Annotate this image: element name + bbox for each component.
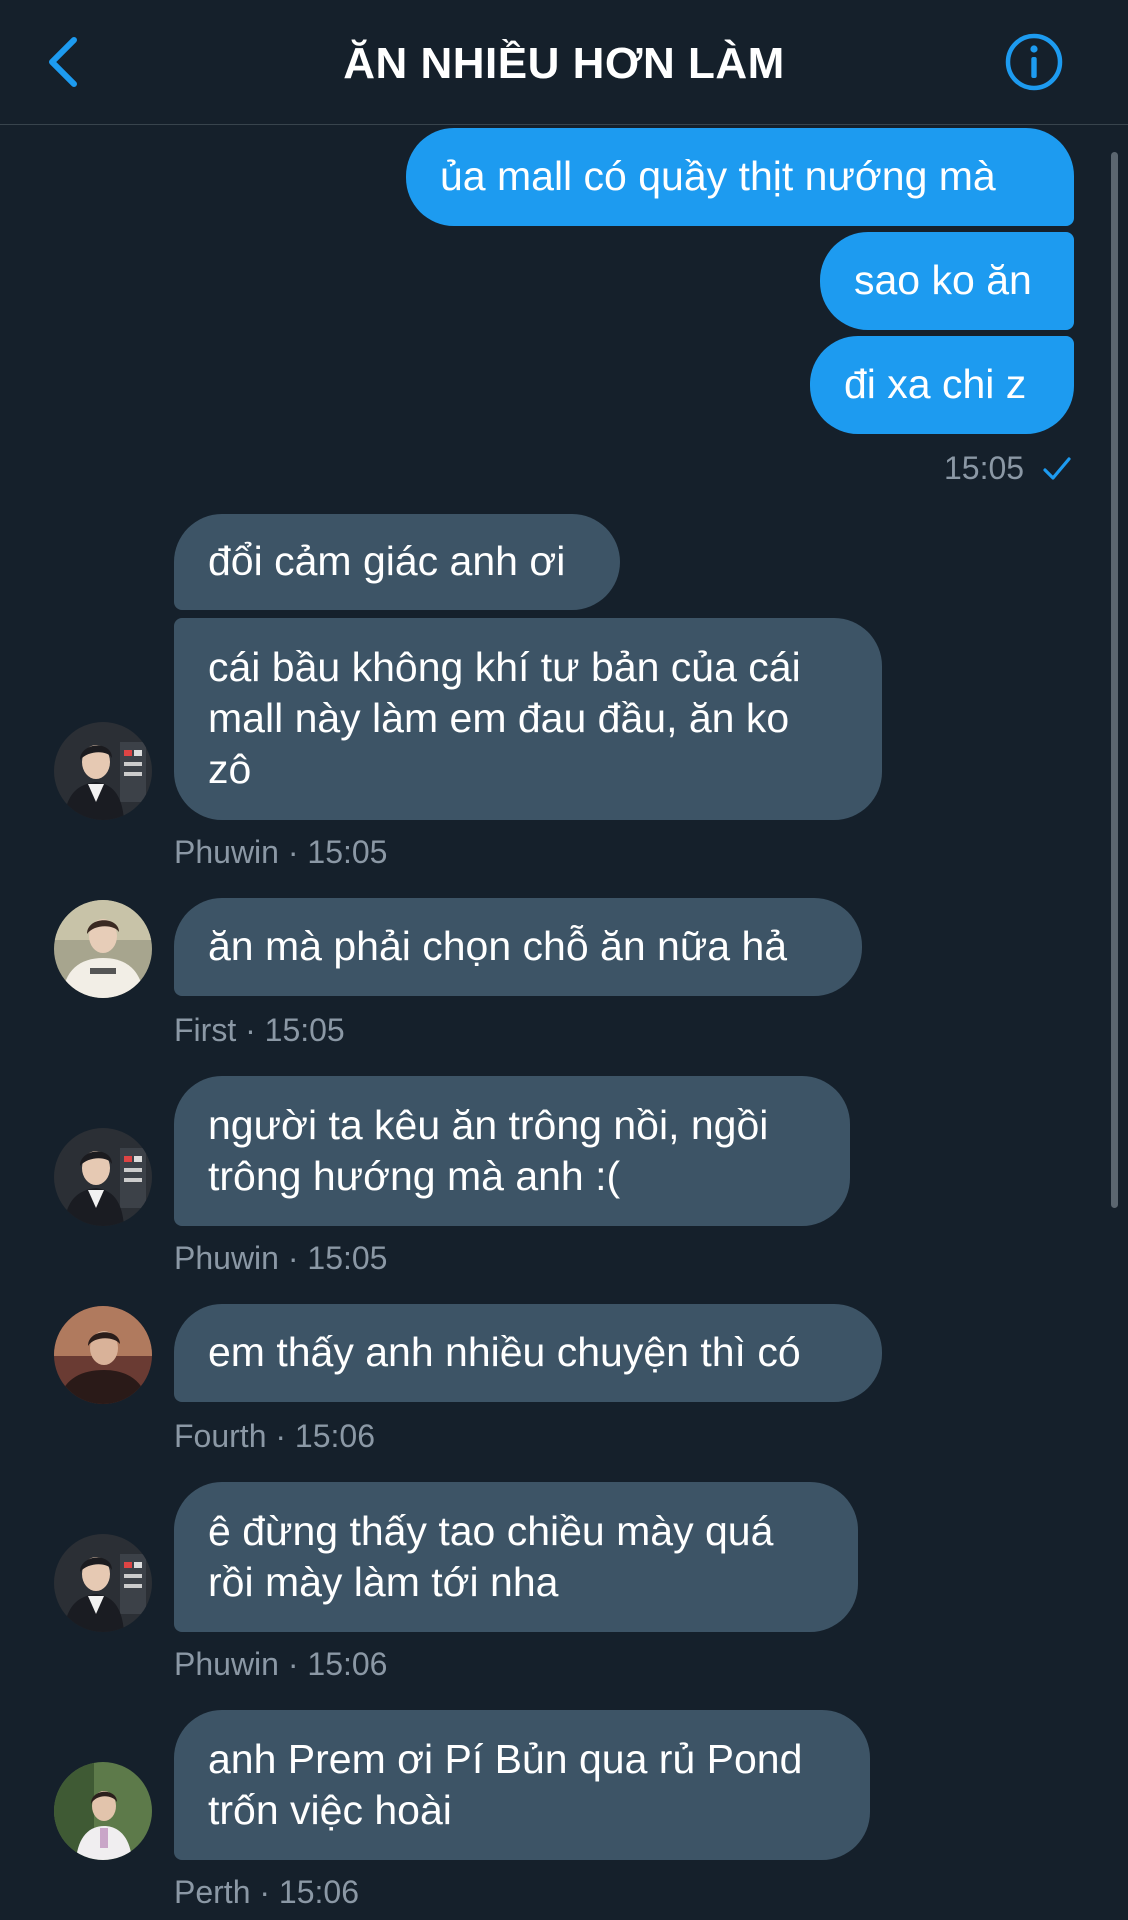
avatar-perth[interactable] [54, 1762, 152, 1860]
message-text: sao ko ăn [854, 257, 1032, 303]
message-meta: Phuwin · 15:06 [174, 1646, 388, 1682]
message-meta: Perth · 15:06 [174, 1874, 359, 1910]
avatar-fourth[interactable] [54, 1306, 152, 1404]
avatar-image [54, 900, 152, 998]
message-line: mall này làm em đau đầu, ăn ko [208, 695, 790, 741]
message-line: người ta kêu ăn trông nồi, ngồi [208, 1102, 769, 1148]
avatar-image [54, 1128, 152, 1226]
avatar-phuwin[interactable] [54, 1534, 152, 1632]
message-line: anh Prem ơi Pí Bủn qua rủ Pond [208, 1736, 803, 1782]
avatar-first[interactable] [54, 900, 152, 998]
back-button[interactable] [40, 30, 90, 94]
incoming-message[interactable]: ê đừng thấy tao chiều mày quá rồi mày là… [174, 1482, 858, 1632]
message-meta: Phuwin · 15:05 [174, 834, 388, 870]
avatar-image [54, 1534, 152, 1632]
message-line: zô [208, 746, 252, 792]
check-icon [1043, 457, 1071, 480]
conversation-header: ĂN NHIỀU HƠN LÀM [0, 0, 1128, 125]
outgoing-message[interactable]: đi xa chi z [810, 336, 1074, 434]
message-text: đi xa chi z [844, 361, 1027, 407]
incoming-message[interactable]: anh Prem ơi Pí Bủn qua rủ Pond trốn việc… [174, 1710, 870, 1860]
message-line: trông hướng mà anh :( [208, 1153, 621, 1199]
avatar-phuwin[interactable] [54, 722, 152, 820]
incoming-message[interactable]: ăn mà phải chọn chỗ ăn nữa hả [174, 898, 862, 996]
info-icon [1005, 33, 1063, 91]
incoming-message[interactable]: em thấy anh nhiều chuyện thì có [174, 1304, 882, 1402]
message-text: ăn mà phải chọn chỗ ăn nữa hả [208, 923, 788, 969]
message-timestamp: 15:05 [944, 450, 1025, 486]
chevron-left-icon [49, 37, 77, 87]
message-line: ê đừng thấy tao chiều mày quá [208, 1508, 774, 1554]
message-line: rồi mày làm tới nha [208, 1559, 559, 1605]
message-meta: Fourth · 15:06 [174, 1418, 375, 1454]
incoming-message[interactable]: đổi cảm giác anh ơi [174, 514, 620, 610]
scrollbar[interactable] [1111, 152, 1118, 1208]
incoming-message[interactable]: người ta kêu ăn trông nồi, ngồi trông hư… [174, 1076, 850, 1226]
message-text: em thấy anh nhiều chuyện thì có [208, 1329, 801, 1375]
message-text: ủa mall có quầy thịt nướng mà [440, 153, 996, 199]
incoming-message[interactable]: cái bầu không khí tư bản của cái mall nà… [174, 618, 882, 820]
avatar-image [54, 722, 152, 820]
avatar-image [54, 1762, 152, 1860]
conversation-title: ĂN NHIỀU HƠN LÀM [343, 39, 785, 88]
outgoing-message[interactable]: sao ko ăn [820, 232, 1074, 330]
avatar-image [54, 1306, 152, 1404]
message-meta: First · 15:05 [174, 1012, 345, 1048]
message-line: cái bầu không khí tư bản của cái [208, 644, 801, 690]
conversation-info-button[interactable] [1004, 32, 1064, 92]
avatar-phuwin[interactable] [54, 1128, 152, 1226]
message-meta: Phuwin · 15:05 [174, 1240, 388, 1276]
message-line: trốn việc hoài [208, 1787, 452, 1833]
outgoing-message[interactable]: ủa mall có quầy thịt nướng mà [406, 128, 1074, 226]
message-text: đổi cảm giác anh ơi [208, 538, 566, 584]
